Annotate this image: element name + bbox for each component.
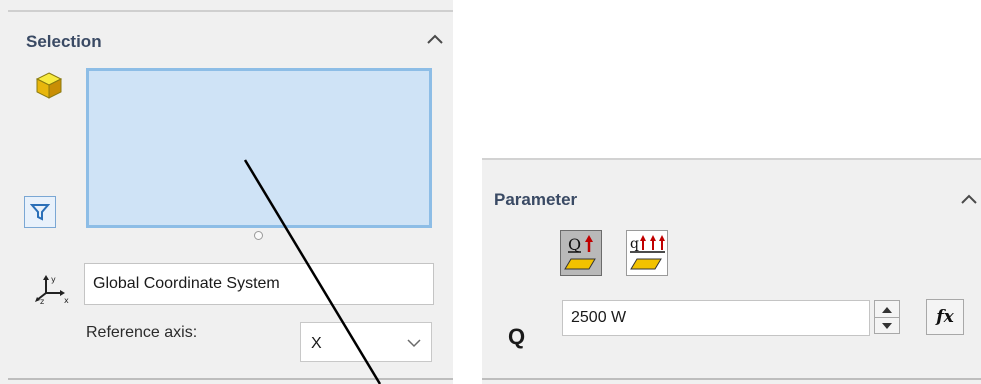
panel-bottom-divider (482, 378, 981, 380)
total-heat-power-toggle[interactable]: Q (560, 230, 602, 276)
svg-text:y: y (51, 275, 56, 284)
panel-top-divider (8, 10, 453, 12)
heat-power-stepper[interactable] (874, 300, 900, 334)
selection-panel: Selection y x z Global Coordinate System… (0, 0, 453, 384)
coordinate-axes-icon: y x z (35, 275, 69, 305)
coordinate-system-value: Global Coordinate System (93, 275, 280, 292)
heat-power-input[interactable]: 2500 W (562, 300, 870, 336)
total-heat-power-icon: Q (564, 235, 596, 270)
resize-handle[interactable] (254, 231, 263, 240)
stepper-up-icon[interactable] (881, 306, 893, 314)
heat-per-unit-toggle[interactable]: q (626, 230, 668, 276)
panel-top-divider (482, 158, 981, 160)
heat-per-unit-icon: q (630, 235, 665, 270)
selection-title: Selection (26, 32, 102, 51)
function-button[interactable]: fx (926, 299, 964, 335)
svg-text:z: z (40, 297, 44, 305)
chevron-up-icon[interactable] (426, 32, 444, 46)
selection-list-box[interactable] (86, 68, 432, 228)
reference-axis-label: Reference axis: (86, 324, 198, 341)
svg-text:x: x (64, 296, 69, 305)
filter-icon (30, 204, 50, 221)
reference-axis-value: X (311, 335, 322, 352)
filter-button[interactable] (24, 196, 56, 228)
chevron-up-icon[interactable] (960, 192, 978, 206)
heat-power-value: 2500 W (571, 309, 627, 326)
parameter-title: Parameter (494, 190, 578, 209)
stepper-divider (875, 317, 899, 318)
svg-text:q: q (630, 236, 639, 252)
coordinate-system-field[interactable]: Global Coordinate System (84, 263, 434, 305)
q-label: Q (508, 324, 526, 349)
panel-bottom-divider (8, 378, 453, 380)
fx-icon: fx (936, 307, 954, 327)
chevron-down-icon (407, 339, 421, 348)
parameter-panel: Parameter Q q Q 2500 W fx (482, 158, 981, 384)
component-cube-icon (35, 72, 63, 99)
reference-axis-dropdown[interactable]: X (300, 322, 432, 362)
stepper-down-icon[interactable] (881, 322, 893, 330)
svg-text:Q: Q (568, 235, 581, 254)
